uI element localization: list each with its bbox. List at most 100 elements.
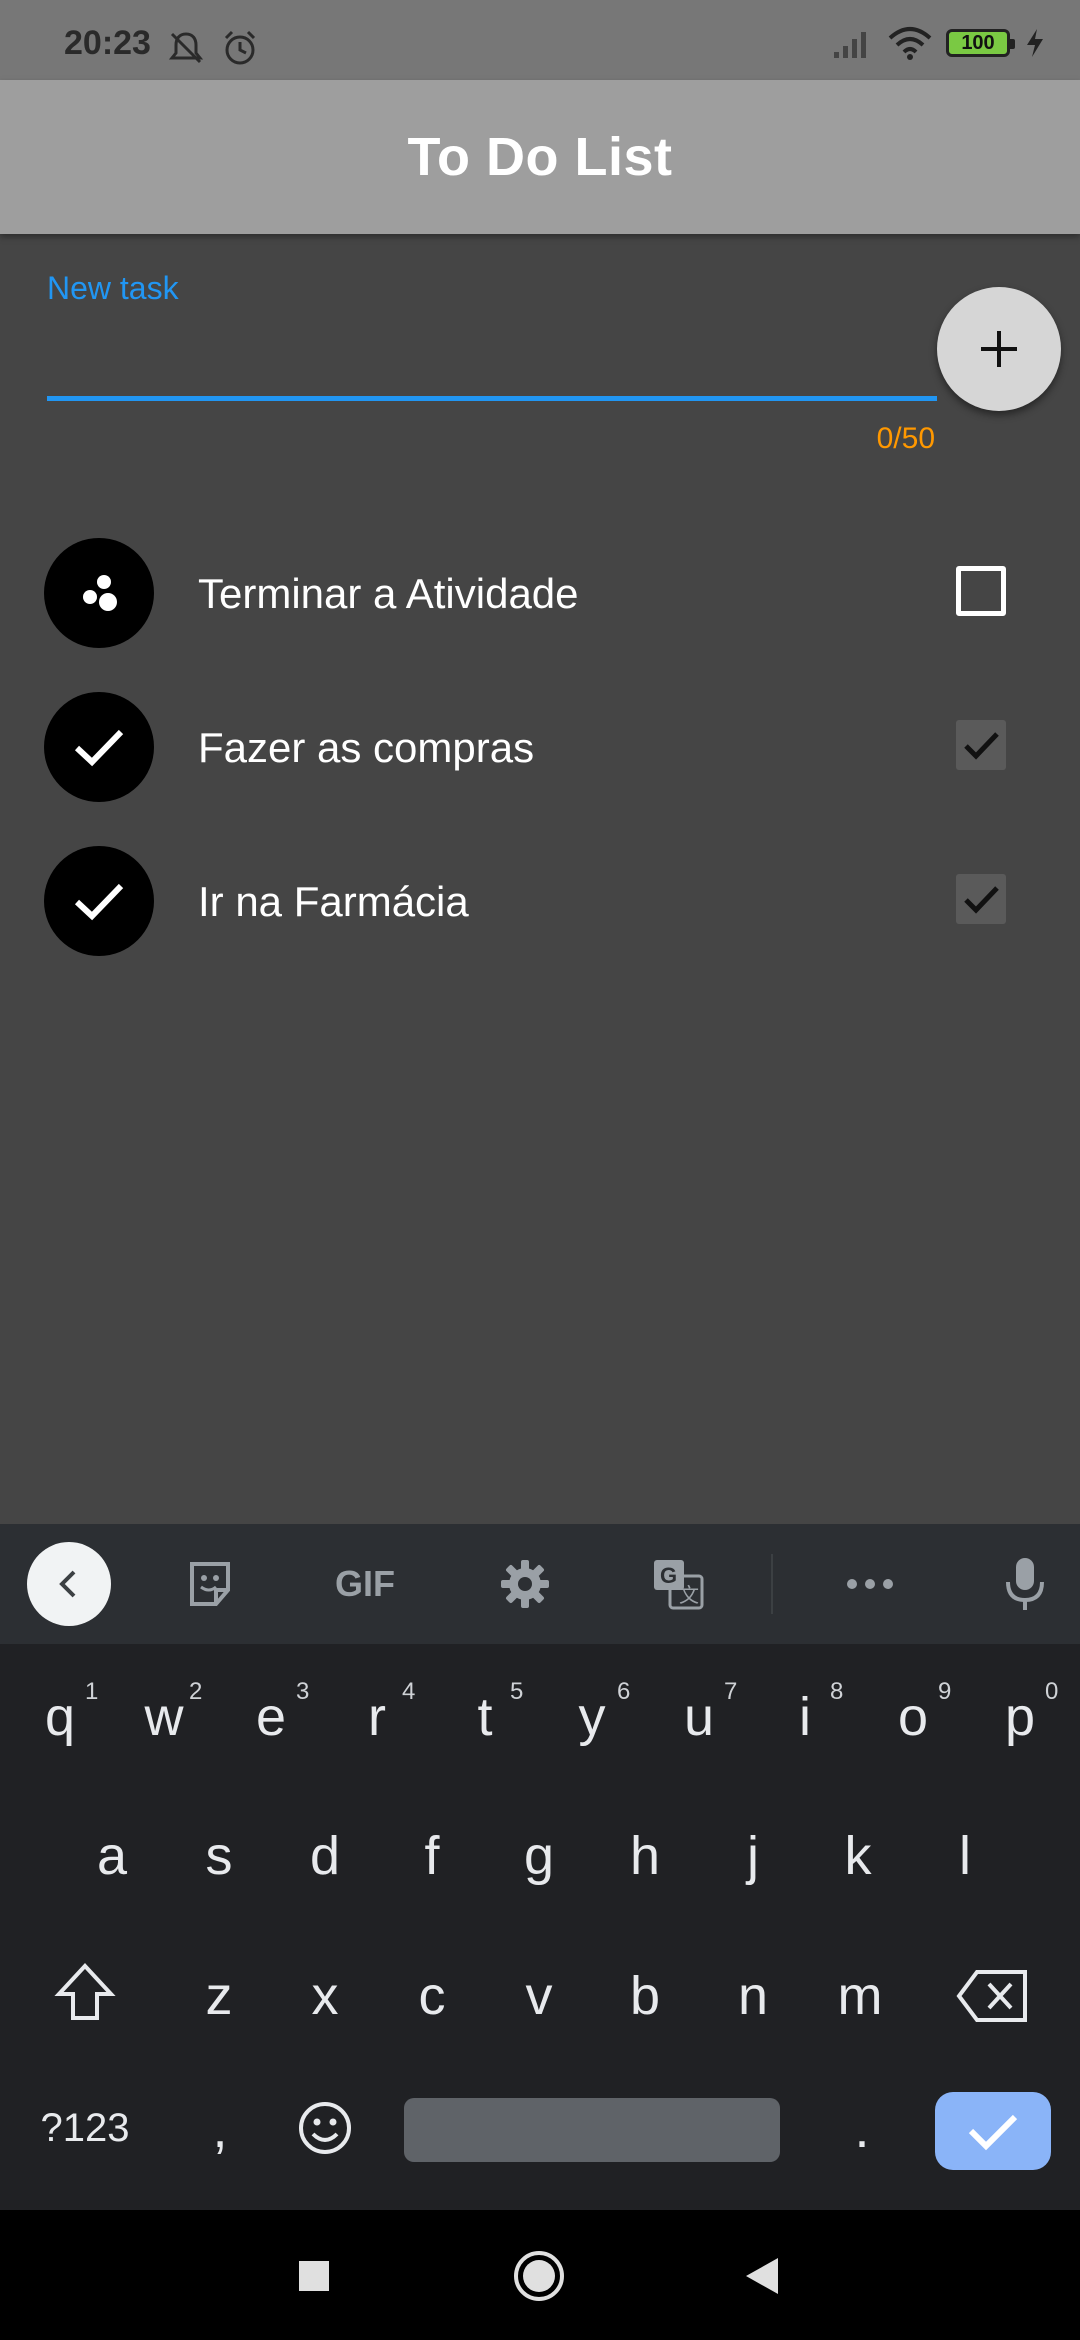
key-hint: 4 bbox=[402, 1678, 416, 1705]
key-label: p bbox=[1004, 1687, 1036, 1747]
key-y[interactable]: y6 bbox=[567, 1678, 631, 1748]
task-text: Terminar a Atividade bbox=[198, 570, 579, 617]
key-label: o bbox=[897, 1687, 929, 1747]
more-icon[interactable] bbox=[840, 1554, 900, 1614]
key-r[interactable]: r4 bbox=[352, 1678, 415, 1748]
settings-icon[interactable] bbox=[495, 1554, 555, 1614]
mic-icon[interactable] bbox=[995, 1554, 1055, 1614]
list-item[interactable]: Fazer as compras bbox=[0, 674, 1080, 814]
check-icon bbox=[74, 729, 124, 767]
symbols-key[interactable]: ?123 bbox=[30, 2106, 140, 2151]
task-status-avatar bbox=[44, 692, 154, 802]
backspace-key[interactable] bbox=[955, 1968, 1031, 2037]
enter-key[interactable] bbox=[935, 2092, 1051, 2170]
key-l[interactable]: l bbox=[940, 1825, 990, 1887]
key-b[interactable]: b bbox=[620, 1965, 670, 2027]
task-text: Fazer as compras bbox=[198, 724, 535, 771]
recent-apps-icon[interactable] bbox=[297, 2259, 331, 2293]
key-t[interactable]: t5 bbox=[460, 1678, 523, 1748]
key-hint: 8 bbox=[830, 1678, 844, 1705]
chevron-left-icon bbox=[59, 1570, 76, 1598]
emoji-key[interactable] bbox=[295, 2098, 355, 2171]
add-task-button[interactable] bbox=[937, 287, 1061, 411]
key-q[interactable]: q1 bbox=[35, 1678, 98, 1748]
status-time: 20:23 bbox=[64, 24, 151, 62]
task-checkbox[interactable] bbox=[956, 720, 1006, 770]
svg-text:文: 文 bbox=[679, 1584, 699, 1607]
key-p[interactable]: p0 bbox=[995, 1678, 1058, 1748]
comma-key[interactable]: , bbox=[200, 2098, 240, 2160]
key-label: i bbox=[799, 1687, 811, 1747]
key-hint: 3 bbox=[296, 1678, 310, 1705]
translate-icon[interactable]: G 文 bbox=[648, 1554, 708, 1614]
key-i[interactable]: i8 bbox=[780, 1678, 843, 1748]
key-a[interactable]: a bbox=[87, 1825, 137, 1887]
key-c[interactable]: c bbox=[407, 1965, 457, 2027]
key-label: e bbox=[255, 1687, 287, 1747]
key-k[interactable]: k bbox=[833, 1825, 883, 1887]
key-u[interactable]: u7 bbox=[674, 1678, 737, 1748]
new-task-input[interactable] bbox=[47, 320, 941, 392]
key-label: u bbox=[683, 1687, 715, 1747]
task-checkbox[interactable] bbox=[956, 874, 1006, 924]
key-w[interactable]: w2 bbox=[139, 1678, 203, 1748]
list-item[interactable]: Terminar a Atividade bbox=[0, 520, 1080, 660]
page-title: To Do List bbox=[407, 127, 673, 187]
key-m[interactable]: m bbox=[830, 1965, 890, 2027]
in-progress-icon bbox=[83, 575, 117, 611]
key-j[interactable]: j bbox=[728, 1825, 778, 1887]
key-g[interactable]: g bbox=[514, 1825, 564, 1887]
key-label: t bbox=[477, 1687, 493, 1747]
check-icon bbox=[964, 732, 999, 760]
mute-icon bbox=[168, 32, 204, 64]
task-checkbox[interactable] bbox=[956, 566, 1006, 616]
key-hint: 7 bbox=[724, 1678, 738, 1705]
back-icon[interactable] bbox=[742, 2255, 782, 2297]
key-e[interactable]: e3 bbox=[246, 1678, 309, 1748]
plus-icon bbox=[981, 331, 1017, 367]
key-x[interactable]: x bbox=[300, 1965, 350, 2027]
battery-level: 100 bbox=[961, 31, 995, 54]
key-n[interactable]: n bbox=[728, 1965, 778, 2027]
toolbar-divider bbox=[771, 1554, 773, 1614]
space-key[interactable] bbox=[404, 2098, 780, 2162]
key-f[interactable]: f bbox=[407, 1825, 457, 1887]
key-d[interactable]: d bbox=[300, 1825, 350, 1887]
key-h[interactable]: h bbox=[620, 1825, 670, 1887]
key-label: y bbox=[578, 1687, 606, 1747]
signal-icon bbox=[834, 32, 866, 58]
key-label: w bbox=[144, 1687, 184, 1747]
task-status-avatar bbox=[44, 538, 154, 648]
svg-text:G: G bbox=[660, 1563, 677, 1588]
shift-key[interactable] bbox=[50, 1962, 120, 2035]
wifi-icon bbox=[888, 27, 932, 60]
key-hint: 5 bbox=[510, 1678, 524, 1705]
back-icon[interactable] bbox=[27, 1542, 111, 1626]
list-item[interactable]: Ir na Farmácia bbox=[0, 828, 1080, 968]
check-icon bbox=[964, 886, 999, 914]
period-key[interactable]: . bbox=[842, 2098, 882, 2160]
character-counter: 0/50 bbox=[876, 422, 935, 455]
key-label: q bbox=[44, 1687, 76, 1747]
alarm-icon bbox=[224, 30, 256, 65]
new-task-label: New task bbox=[47, 270, 179, 306]
charging-icon bbox=[1027, 29, 1043, 57]
sticker-icon[interactable] bbox=[180, 1554, 240, 1614]
key-z[interactable]: z bbox=[194, 1965, 244, 2027]
shift-icon bbox=[54, 1963, 116, 2020]
gif-button[interactable]: GIF bbox=[325, 1554, 405, 1614]
keyboard-toolbar: GIF G 文 bbox=[0, 1524, 1080, 1644]
task-text: Ir na Farmácia bbox=[198, 878, 469, 925]
navigation-bar bbox=[0, 2210, 1080, 2340]
home-icon[interactable] bbox=[511, 2248, 567, 2304]
input-underline bbox=[47, 396, 937, 401]
key-o[interactable]: o9 bbox=[888, 1678, 951, 1748]
key-s[interactable]: s bbox=[194, 1825, 244, 1887]
key-v[interactable]: v bbox=[514, 1965, 564, 2027]
task-status-avatar bbox=[44, 846, 154, 956]
key-hint: 1 bbox=[85, 1678, 99, 1705]
key-hint: 2 bbox=[189, 1678, 203, 1705]
key-hint: 6 bbox=[617, 1678, 631, 1705]
check-icon bbox=[968, 2114, 1018, 2151]
backspace-icon bbox=[956, 1970, 1027, 2022]
